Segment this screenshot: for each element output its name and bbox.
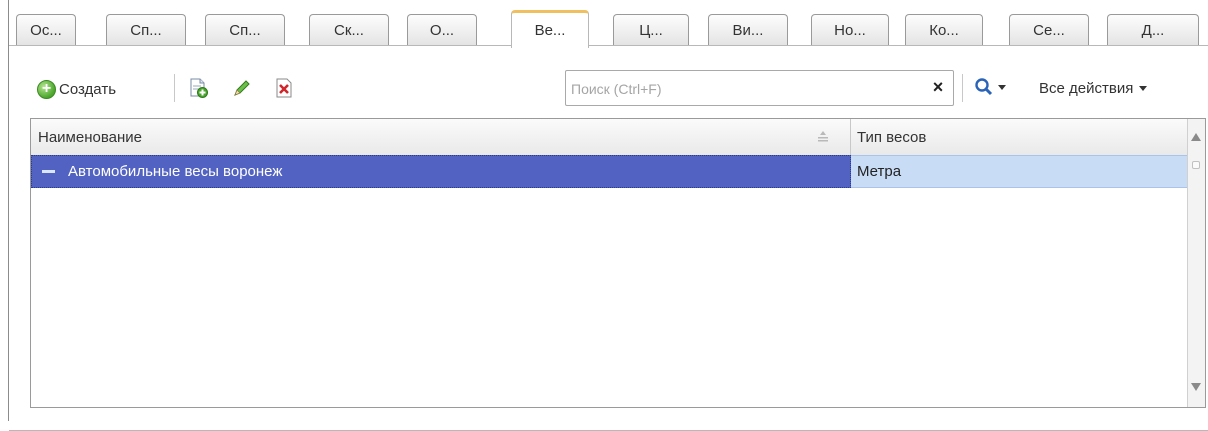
column-header-type[interactable]: Тип весов [851,119,1187,155]
create-button[interactable]: + Создать [37,76,116,102]
copy-document-icon[interactable] [187,77,209,99]
column-header-label: Тип весов [857,129,927,146]
delete-mark-icon[interactable] [273,77,295,99]
sort-icon [818,131,828,142]
tab-content-panel: + Создать × [9,46,1208,431]
column-header-name[interactable]: Наименование [31,119,851,155]
all-actions-menu[interactable]: Все действия [1039,74,1148,102]
tab-5[interactable]: О... [407,14,477,45]
table-header: Наименование Тип весов [31,119,1187,156]
tab-11[interactable]: Се... [1009,14,1089,45]
clear-x-icon[interactable]: × [928,76,948,98]
list-table[interactable]: Наименование Тип весов Автомобильные вес… [30,118,1206,408]
toolbar-separator [174,74,175,102]
column-header-label: Наименование [38,129,142,146]
tab-7[interactable]: Ц... [613,14,689,45]
tab-4[interactable]: Ск... [309,14,389,45]
vertical-scrollbar[interactable] [1187,119,1205,407]
pencil-icon[interactable] [231,77,253,99]
form-frame: Ос... Сп... Сп... Ск... О... Ве... Ц... … [8,0,1208,431]
scroll-thumb[interactable] [1192,161,1200,169]
tab-2[interactable]: Сп... [106,14,186,45]
cell-name[interactable]: Автомобильные весы воронеж [31,155,851,188]
cell-type-text: Метра [857,163,902,180]
tab-1[interactable]: Ос... [16,14,76,45]
tab-strip: Ос... Сп... Сп... Ск... О... Ве... Ц... … [9,0,1208,48]
create-label: Создать [59,80,117,98]
tab-9[interactable]: Но... [811,14,889,45]
tab-3[interactable]: Сп... [205,14,285,45]
chevron-down-icon [998,84,1006,90]
scroll-up-icon[interactable] [1191,133,1201,141]
cell-type[interactable]: Метра [851,155,1187,188]
chevron-down-icon [1139,85,1148,91]
search-button[interactable] [974,73,1006,101]
tab-8[interactable]: Ви... [708,14,788,45]
table-row[interactable]: Автомобильные весы воронеж Метра [31,155,1187,188]
cell-name-text: Автомобильные весы воронеж [68,163,283,180]
tab-12[interactable]: Д... [1107,14,1199,45]
magnifier-icon [975,78,993,96]
search-field[interactable] [565,70,954,106]
plus-circle-icon: + [37,79,56,99]
toolbar-separator-2 [962,74,963,102]
scroll-down-icon[interactable] [1191,383,1201,391]
tab-10[interactable]: Ко... [905,14,983,45]
tab-6-active[interactable]: Ве... [511,10,589,48]
row-dash-icon [42,170,55,173]
all-actions-label: Все действия [1039,79,1134,97]
search-input[interactable] [569,77,923,101]
